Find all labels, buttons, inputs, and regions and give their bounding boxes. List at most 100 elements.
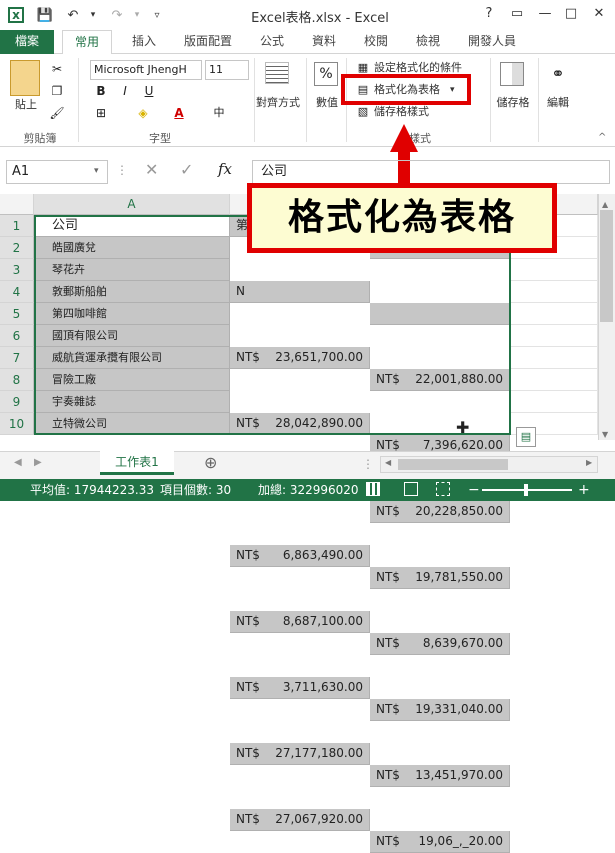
minimize-button[interactable]: — xyxy=(534,4,556,24)
tab-data[interactable]: 資料 xyxy=(304,30,344,54)
collapse-ribbon-icon[interactable]: ^ xyxy=(598,132,606,143)
redo-icon[interactable]: ↷ xyxy=(108,6,126,24)
copy-icon[interactable]: ❐ xyxy=(48,82,66,100)
cells-icon[interactable] xyxy=(500,62,524,86)
column-header-a[interactable]: A xyxy=(34,194,230,215)
cell-amount-b[interactable]: NT$ 23,651,700.00 xyxy=(230,347,370,369)
zoom-in-icon[interactable]: + xyxy=(578,479,590,501)
horizontal-scroll-thumb[interactable] xyxy=(398,459,508,470)
cell-amount-b[interactable]: NT$ 8,687,100.00 xyxy=(230,611,370,633)
format-painter-icon[interactable]: 🖌 xyxy=(48,104,66,122)
phonetic-button[interactable]: 中 xyxy=(210,104,228,122)
ribbon-display-button[interactable]: ▭ xyxy=(506,4,528,24)
row-header[interactable]: 3 xyxy=(0,259,34,281)
zoom-out-icon[interactable]: − xyxy=(468,479,480,501)
paste-icon[interactable] xyxy=(10,60,40,96)
tab-view[interactable]: 檢視 xyxy=(408,30,448,54)
normal-view-icon[interactable] xyxy=(366,482,380,496)
redo-dropdown-icon[interactable]: ▾ xyxy=(128,6,146,24)
scroll-down-icon[interactable]: ▼ xyxy=(602,430,608,439)
row-header[interactable]: 7 xyxy=(0,347,34,369)
borders-icon[interactable]: ⊞ xyxy=(92,104,110,122)
bold-button[interactable]: B xyxy=(92,82,110,100)
cell-amount-b[interactable]: NT$ 28,042,890.00 xyxy=(230,413,370,435)
font-color-button[interactable]: A xyxy=(170,104,188,122)
underline-button[interactable]: U xyxy=(140,82,158,100)
customize-qat-icon[interactable]: ▿ xyxy=(148,6,166,24)
cell-company[interactable]: 敦郵斯船舶 xyxy=(34,281,230,303)
formula-input[interactable]: 公司 xyxy=(252,160,610,184)
cell-amount-b[interactable]: NT$ 27,067,920.00 xyxy=(230,809,370,831)
cell-empty-d[interactable] xyxy=(510,369,598,391)
undo-dropdown-icon[interactable]: ▾ xyxy=(84,6,102,24)
vertical-scroll-thumb[interactable] xyxy=(600,210,613,322)
scroll-left-icon[interactable]: ◀ xyxy=(385,458,391,467)
page-layout-view-icon[interactable] xyxy=(404,482,418,496)
confirm-entry-icon[interactable]: ✓ xyxy=(180,160,193,179)
font-name-select[interactable]: Microsoft JhengH xyxy=(90,60,202,80)
name-box[interactable]: A1 xyxy=(6,160,108,184)
cell-styles-button[interactable]: 儲存格樣式 xyxy=(374,103,429,121)
tab-developer[interactable]: 開發人員 xyxy=(460,30,524,54)
cell-empty-d[interactable] xyxy=(510,281,598,303)
sheet-prev-icon[interactable]: ◀ xyxy=(14,457,22,468)
page-break-view-icon[interactable] xyxy=(436,482,450,496)
paste-button[interactable]: 貼上 xyxy=(8,96,44,112)
italic-button[interactable]: I xyxy=(116,82,134,100)
cells-button[interactable]: 儲存格 xyxy=(492,94,534,110)
cell-company[interactable]: 國頂有限公司 xyxy=(34,325,230,347)
percent-icon[interactable]: % xyxy=(314,62,338,86)
cell-amount-c[interactable]: NT$ 8,639,670.00 xyxy=(370,633,510,655)
cell-company[interactable]: 第四咖啡館 xyxy=(34,303,230,325)
cell-amount-c[interactable] xyxy=(370,303,510,325)
help-button[interactable]: ? xyxy=(478,4,500,24)
add-sheet-icon[interactable]: ⊕ xyxy=(204,453,217,472)
select-all-corner[interactable] xyxy=(0,194,34,215)
row-header[interactable]: 4 xyxy=(0,281,34,303)
tab-home[interactable]: 常用 xyxy=(62,30,112,55)
insert-function-button[interactable]: fx xyxy=(218,160,232,178)
cell-company[interactable]: 威航貨運承攬有限公司 xyxy=(34,347,230,369)
row-header[interactable]: 5 xyxy=(0,303,34,325)
fill-color-icon[interactable]: ◈ xyxy=(134,104,152,122)
scroll-up-icon[interactable]: ▲ xyxy=(602,200,608,209)
alignment-button[interactable]: 對齊方式 xyxy=(252,94,304,110)
row-header[interactable]: 9 xyxy=(0,391,34,413)
name-box-dropdown-icon[interactable]: ▾ xyxy=(94,166,99,176)
row-header[interactable]: 8 xyxy=(0,369,34,391)
cell-company[interactable]: 琴花卉 xyxy=(34,259,230,281)
undo-icon[interactable]: ↶ xyxy=(64,6,82,24)
alignment-icon[interactable] xyxy=(265,62,289,84)
cell-empty-d[interactable] xyxy=(510,303,598,325)
row-header[interactable]: 2 xyxy=(0,237,34,259)
cell-styles-icon[interactable]: ▧ xyxy=(354,103,372,121)
quick-analysis-icon[interactable]: ▤ xyxy=(516,427,536,447)
cell-company[interactable]: 宇奏雜誌 xyxy=(34,391,230,413)
tab-formulas[interactable]: 公式 xyxy=(252,30,292,54)
cell-amount-c[interactable]: NT$ 19,781,550.00 xyxy=(370,567,510,589)
cancel-entry-icon[interactable]: ✕ xyxy=(145,160,158,179)
zoom-slider-thumb[interactable] xyxy=(524,484,528,496)
binoculars-icon[interactable]: ⚭ xyxy=(546,62,570,86)
tab-file[interactable]: 檔案 xyxy=(0,30,54,54)
cell-empty-d[interactable] xyxy=(510,259,598,281)
editing-button[interactable]: 編輯 xyxy=(540,94,576,110)
cell-amount-b[interactable]: NT$ 6,863,490.00 xyxy=(230,545,370,567)
cell-company[interactable]: 冒險工廠 xyxy=(34,369,230,391)
row-header[interactable]: 6 xyxy=(0,325,34,347)
cell-company[interactable]: 公司 xyxy=(34,215,230,237)
sheet-next-icon[interactable]: ▶ xyxy=(34,457,42,468)
row-header[interactable]: 1 xyxy=(0,215,34,237)
close-button[interactable]: ✕ xyxy=(588,4,610,24)
save-icon[interactable]: 💾 xyxy=(36,6,54,24)
tab-insert[interactable]: 插入 xyxy=(124,30,164,54)
cell-empty-d[interactable] xyxy=(510,325,598,347)
cell-amount-b[interactable]: NT$ 27,177,180.00 xyxy=(230,743,370,765)
cell-company[interactable]: 立特微公司 xyxy=(34,413,230,435)
tab-page-layout[interactable]: 版面配置 xyxy=(176,30,240,54)
restore-button[interactable]: □ xyxy=(560,4,582,24)
font-size-select[interactable]: 11 xyxy=(205,60,249,80)
cell-empty-d[interactable] xyxy=(510,391,598,413)
row-header[interactable]: 10 xyxy=(0,413,34,435)
cut-icon[interactable]: ✂ xyxy=(48,60,66,78)
